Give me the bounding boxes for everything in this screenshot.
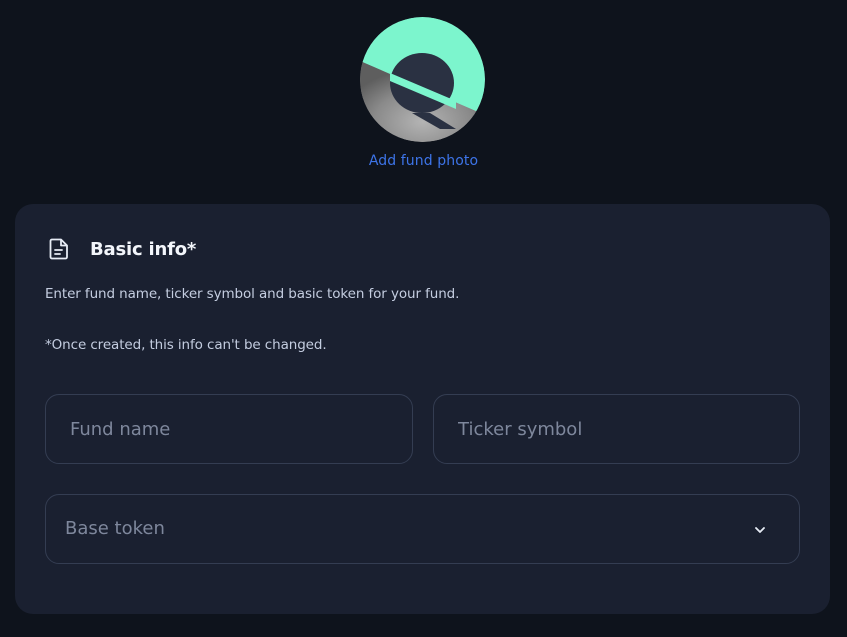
fund-logo-icon xyxy=(360,17,485,142)
fund-name-input[interactable] xyxy=(46,395,412,463)
add-fund-photo-link[interactable]: Add fund photo xyxy=(0,153,847,169)
document-icon xyxy=(48,237,70,261)
ticker-symbol-input[interactable] xyxy=(434,395,799,463)
fund-name-field xyxy=(45,394,413,464)
create-fund-page: Add fund photo Basic info* Enter fund na… xyxy=(0,0,847,637)
fund-photo-avatar[interactable] xyxy=(360,17,485,142)
chevron-down-icon xyxy=(753,522,767,536)
base-token-label: Base token xyxy=(65,518,165,539)
fund-photo-section: Add fund photo xyxy=(0,0,847,190)
basic-info-note: *Once created, this info can't be change… xyxy=(45,337,327,353)
basic-info-title: Basic info* xyxy=(90,238,197,260)
base-token-select[interactable]: Base token xyxy=(45,494,800,564)
basic-info-header: Basic info* xyxy=(48,237,196,261)
basic-info-card: Basic info* Enter fund name, ticker symb… xyxy=(15,204,830,614)
ticker-symbol-field xyxy=(433,394,800,464)
basic-info-description: Enter fund name, ticker symbol and basic… xyxy=(45,286,460,302)
